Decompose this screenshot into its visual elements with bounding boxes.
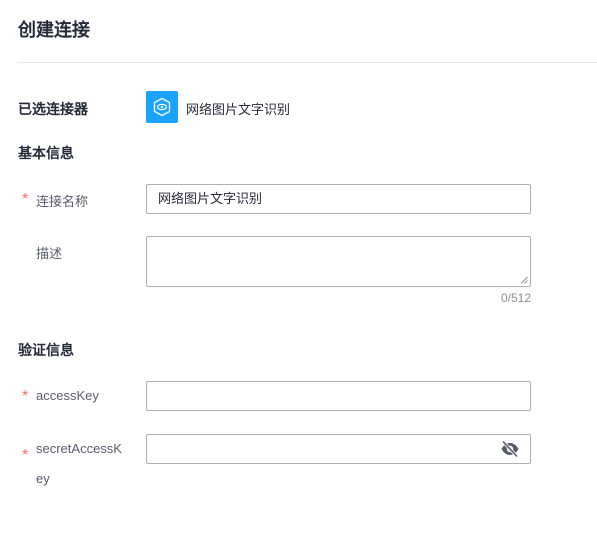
description-label-text: 描述 bbox=[36, 246, 63, 261]
description-label: 描述 bbox=[22, 243, 62, 262]
eye-scan-icon bbox=[146, 91, 178, 123]
secret-access-key-label: * secretAccessK ey bbox=[22, 441, 132, 487]
page-title: 创建连接 bbox=[18, 20, 90, 40]
auth-info-title: 验证信息 bbox=[18, 342, 74, 358]
required-marker: * bbox=[22, 447, 29, 464]
access-key-label: * accessKey bbox=[22, 388, 99, 405]
secret-access-key-label-line1: secretAccessK bbox=[36, 441, 122, 456]
access-key-label-text: accessKey bbox=[36, 388, 99, 403]
required-marker: * bbox=[22, 191, 29, 208]
eye-hidden-icon[interactable] bbox=[500, 440, 520, 458]
required-marker: * bbox=[22, 388, 29, 405]
selected-connector-name: 网络图片文字识别 bbox=[186, 102, 291, 117]
secret-access-key-input[interactable] bbox=[146, 434, 531, 464]
header-divider bbox=[18, 62, 597, 63]
connection-name-label-text: 连接名称 bbox=[36, 194, 89, 209]
connection-name-label: * 连接名称 bbox=[22, 191, 88, 210]
access-key-input[interactable] bbox=[146, 381, 531, 411]
connection-name-input[interactable]: 网络图片文字识别 bbox=[146, 184, 531, 214]
basic-info-title: 基本信息 bbox=[18, 145, 74, 161]
selected-connector-label: 已选连接器 bbox=[18, 101, 88, 117]
secret-access-key-label-line2: ey bbox=[36, 471, 50, 486]
resize-grip-icon[interactable] bbox=[520, 276, 528, 284]
description-textarea[interactable] bbox=[146, 236, 531, 287]
description-counter: 0/512 bbox=[500, 291, 531, 305]
